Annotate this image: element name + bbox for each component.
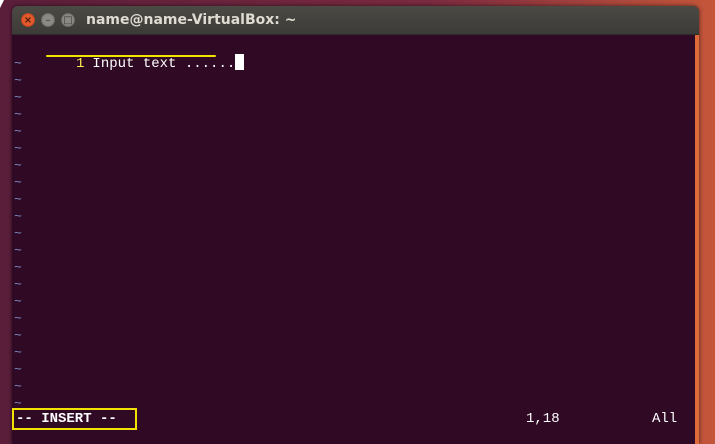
line-text[interactable]: Input text ...... xyxy=(92,56,235,72)
insert-mode-indicator: -- INSERT -- xyxy=(12,408,137,430)
empty-line-tilde: ~ xyxy=(14,294,22,309)
terminal-scrollbar[interactable] xyxy=(695,35,699,444)
empty-line-tilde: ~ xyxy=(14,311,22,326)
minimize-icon: – xyxy=(45,15,51,26)
scroll-position: All xyxy=(652,411,678,427)
empty-line-tilde: ~ xyxy=(14,277,22,292)
empty-line-tilde: ~ xyxy=(14,124,22,139)
empty-line-tilde: ~ xyxy=(14,56,22,71)
window-title: name@name-VirtualBox: ~ xyxy=(86,12,297,28)
empty-line-tilde: ~ xyxy=(14,158,22,173)
empty-line-tilde: ~ xyxy=(14,175,22,190)
empty-line-tilde: ~ xyxy=(14,192,22,207)
empty-line-tilde: ~ xyxy=(14,90,22,105)
empty-line-tilde: ~ xyxy=(14,345,22,360)
terminal-area[interactable]: 1 Input text ...... ~ ~ ~ ~ ~ ~ ~ ~ ~ ~ ~ ~ ~ ~ ~ ~ ~ ~ ~ ~ ~… xyxy=(12,35,694,444)
editor-line-1[interactable]: 1 Input text ...... xyxy=(12,36,245,72)
empty-line-tilde: ~ xyxy=(14,107,22,122)
line-number: 1 xyxy=(76,56,85,72)
terminal-window: × – □ name@name-VirtualBox: ~ 1 Input tex… xyxy=(12,6,699,444)
empty-line-tilde: ~ xyxy=(14,379,22,394)
mouse-pointer-icon xyxy=(0,0,4,8)
empty-line-tilde: ~ xyxy=(14,141,22,156)
title-bar[interactable]: × – □ name@name-VirtualBox: ~ xyxy=(12,6,699,35)
empty-line-tilde: ~ xyxy=(14,260,22,275)
text-cursor xyxy=(235,54,245,70)
empty-line-tilde: ~ xyxy=(14,362,22,377)
empty-line-tilde: ~ xyxy=(14,328,22,343)
vim-status-line: -- INSERT -- 1,18 All xyxy=(12,408,694,430)
minimize-window-button[interactable]: – xyxy=(41,13,55,27)
close-window-button[interactable]: × xyxy=(21,13,35,27)
maximize-icon: □ xyxy=(63,15,73,26)
empty-line-tilde: ~ xyxy=(14,243,22,258)
close-icon: × xyxy=(23,15,33,26)
cursor-position: 1,18 xyxy=(526,411,560,427)
empty-line-tilde: ~ xyxy=(14,226,22,241)
maximize-window-button[interactable]: □ xyxy=(61,13,75,27)
empty-line-tilde: ~ xyxy=(14,209,22,224)
highlight-underline xyxy=(46,55,216,57)
empty-line-tilde: ~ xyxy=(14,73,22,88)
empty-line-markers: ~ ~ ~ ~ ~ ~ ~ ~ ~ ~ ~ ~ ~ ~ ~ ~ ~ ~ ~ ~ ~ xyxy=(14,55,34,412)
